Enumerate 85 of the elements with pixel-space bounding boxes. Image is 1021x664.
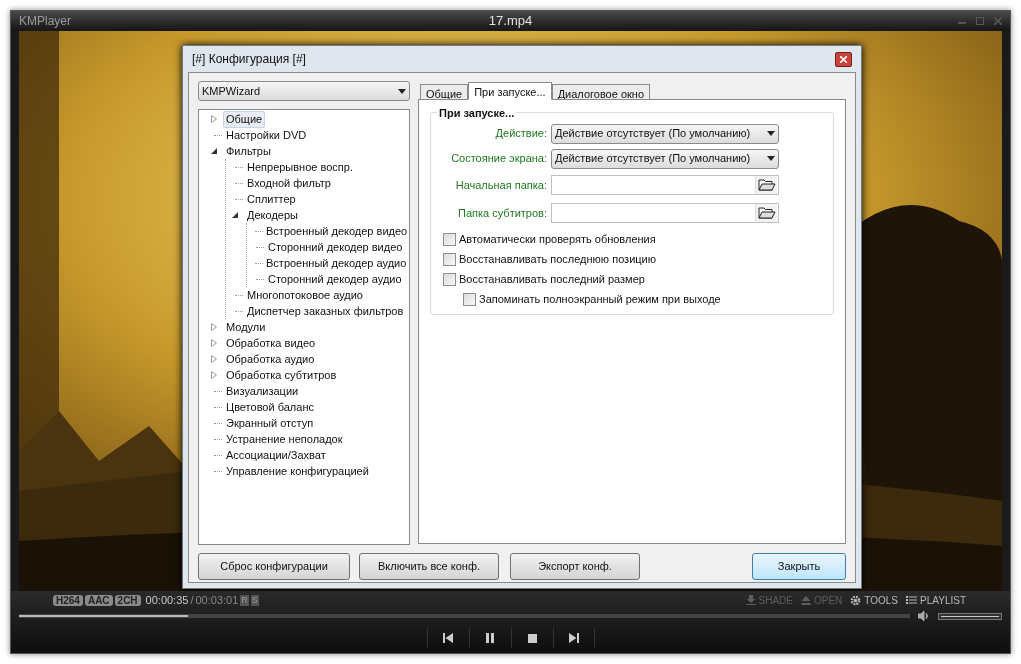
format-badge: H264 xyxy=(53,594,83,606)
current-time: 00:00:35 xyxy=(145,592,189,608)
close-icon xyxy=(840,55,847,63)
checkbox[interactable] xyxy=(463,293,476,306)
checkbox-label: Автоматически проверять обновления xyxy=(459,233,656,246)
collapsed-arrow-icon[interactable] xyxy=(210,371,218,379)
folder-icon[interactable] xyxy=(757,177,776,193)
app-name: KMPlayer xyxy=(19,13,71,30)
dropdown[interactable]: Действие отсутствует (По умолчанию) xyxy=(551,148,779,169)
field-label: Начальная папка: xyxy=(454,177,547,193)
close-icon[interactable] xyxy=(994,17,1002,25)
folder-field[interactable] xyxy=(551,203,779,223)
tree-item[interactable]: Управление конфигурацией xyxy=(223,462,372,480)
tree-item[interactable]: Устранение неполадок xyxy=(223,430,346,448)
format-badge: 2CH xyxy=(114,594,141,606)
tree-item[interactable]: Сторонний декодер видео xyxy=(265,238,406,256)
field-label: Папка субтитров: xyxy=(457,205,547,221)
tree-item[interactable]: Ассоциации/Захват xyxy=(223,446,329,464)
format-badge: AAC xyxy=(84,594,113,606)
maximize-icon[interactable] xyxy=(976,17,984,25)
collapsed-arrow-icon[interactable] xyxy=(210,355,218,363)
tab[interactable]: Общие xyxy=(420,84,469,100)
window-title: 17.mp4 xyxy=(488,12,533,31)
folder-field[interactable] xyxy=(551,175,779,195)
close-button[interactable] xyxy=(835,51,852,67)
tree-item[interactable]: Декодеры xyxy=(244,206,301,224)
volume-bar[interactable] xyxy=(938,612,1002,620)
toolbar-button[interactable]: TOOLS xyxy=(850,592,899,608)
list-icon xyxy=(906,595,918,605)
close-dialog-button[interactable]: Закрыть xyxy=(752,553,846,580)
tab[interactable]: Диалоговое окно xyxy=(551,84,651,100)
collapsed-arrow-icon[interactable] xyxy=(210,323,218,331)
dropdown-arrow-icon xyxy=(767,156,775,161)
tree-item[interactable]: Модули xyxy=(223,318,269,336)
tree-item[interactable]: Визуализации xyxy=(223,382,302,400)
checkbox-label: Восстанавливать последний размер xyxy=(459,273,645,286)
collapsed-arrow-icon[interactable] xyxy=(210,115,218,123)
checkbox-label: Восстанавливать последнюю позицию xyxy=(459,253,656,266)
tab[interactable]: При запуске... xyxy=(468,82,552,100)
time-separator: / xyxy=(190,592,194,608)
total-time: 00:03:01 xyxy=(195,592,239,608)
tree-item[interactable]: Диспетчер заказных фильтров xyxy=(244,302,407,320)
collapsed-arrow-icon[interactable] xyxy=(210,339,218,347)
seek-bar[interactable] xyxy=(19,614,910,618)
settings-icon xyxy=(850,594,862,606)
tree-item[interactable]: Встроенный декодер аудио xyxy=(263,254,410,272)
tree-item[interactable]: Непрерывное воспр. xyxy=(244,158,356,176)
tree-item[interactable]: Сторонний декодер аудио xyxy=(265,270,405,288)
tree-item[interactable]: Многопотоковое аудио xyxy=(244,286,366,304)
checkbox[interactable] xyxy=(443,233,456,246)
pause-icon[interactable] xyxy=(486,633,494,643)
field-label: Действие: xyxy=(494,126,547,142)
dropdown[interactable]: Действие отсутствует (По умолчанию) xyxy=(551,123,779,144)
next-icon[interactable] xyxy=(568,633,579,643)
checkbox-label: Запоминать полноэкранный режим при выходе xyxy=(479,293,721,306)
tree-item[interactable]: Общие xyxy=(223,110,266,128)
expanded-arrow-icon[interactable] xyxy=(231,211,239,219)
tree-item[interactable]: Обработка аудио xyxy=(223,350,318,368)
tree-item[interactable]: Экранный отступ xyxy=(223,414,317,432)
stop-icon[interactable] xyxy=(527,633,537,643)
checkbox[interactable] xyxy=(443,273,456,286)
tree-item[interactable]: Обработка видео xyxy=(223,334,319,352)
tree-item[interactable]: Обработка субтитров xyxy=(223,366,340,384)
dropdown-arrow-icon xyxy=(767,131,775,136)
tree-item[interactable]: Фильтры xyxy=(223,142,274,160)
tree-item[interactable]: Цветовой баланс xyxy=(223,398,317,416)
expanded-arrow-icon[interactable] xyxy=(210,147,218,155)
previous-icon[interactable] xyxy=(443,633,453,643)
action-button[interactable]: Экспорт конф. xyxy=(510,553,640,580)
eject-icon xyxy=(801,595,811,605)
preset-dropdown[interactable]: KMPWizard xyxy=(198,81,410,101)
tree-item[interactable]: Сплиттер xyxy=(244,190,299,208)
tree-item[interactable]: Входной фильтр xyxy=(244,174,334,192)
dialog-title: [#] Конфигурация [#] xyxy=(192,51,306,68)
field-label: Состояние экрана: xyxy=(450,151,547,167)
action-button[interactable]: Сброс конфигурации xyxy=(198,553,350,580)
dropdown-arrow-icon xyxy=(398,88,406,94)
tree-item[interactable]: Встроенный декодер видео xyxy=(263,222,411,240)
checkbox[interactable] xyxy=(443,253,456,266)
toolbar-button[interactable]: PLAYLIST xyxy=(906,592,966,608)
folder-icon[interactable] xyxy=(757,205,776,221)
action-button[interactable]: Включить все конф. xyxy=(359,553,499,580)
tree-item[interactable]: Настройки DVD xyxy=(223,126,310,144)
download-icon xyxy=(745,595,756,605)
volume-icon[interactable] xyxy=(918,611,930,621)
